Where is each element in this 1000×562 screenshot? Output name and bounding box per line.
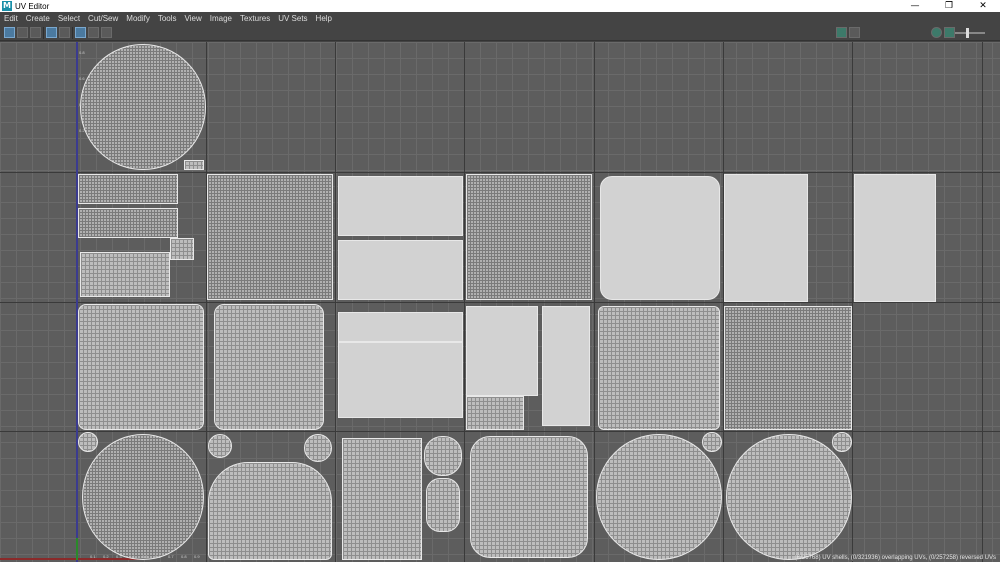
menu-cut-sew[interactable]: Cut/Sew xyxy=(88,14,118,23)
uv-status-text: (6/25768) UV shells, (0/321936) overlapp… xyxy=(794,555,996,561)
uv-shell[interactable] xyxy=(724,174,808,302)
uv-shell[interactable] xyxy=(726,434,852,560)
menu-edit[interactable]: Edit xyxy=(4,14,18,23)
v-axis xyxy=(76,42,78,562)
menu-select[interactable]: Select xyxy=(58,14,80,23)
menu-tools[interactable]: Tools xyxy=(158,14,177,23)
u-tick-label: 0.9 xyxy=(194,554,200,559)
uv-tile-icon[interactable] xyxy=(4,27,15,38)
snapshot-icon[interactable] xyxy=(17,27,28,38)
exposure-slider-handle[interactable] xyxy=(966,28,969,38)
uv-shell[interactable] xyxy=(78,174,178,204)
maximize-button[interactable]: ❐ xyxy=(932,0,966,12)
uv-shell[interactable] xyxy=(214,304,324,430)
maya-app-icon: M xyxy=(2,1,12,11)
uv-shell[interactable] xyxy=(466,174,592,300)
origin-marker xyxy=(76,538,78,560)
v-tick-label: 0.8 xyxy=(79,50,85,55)
uv-shell[interactable] xyxy=(424,436,462,476)
dropdown-icon[interactable] xyxy=(859,27,865,38)
uv-shell[interactable] xyxy=(338,176,463,236)
uv-shell[interactable] xyxy=(304,434,332,462)
uv-shell[interactable] xyxy=(208,462,332,560)
uv-shell[interactable] xyxy=(82,434,204,560)
camera-icon[interactable] xyxy=(101,27,112,38)
uv-shell[interactable] xyxy=(80,44,206,170)
menu-uv-sets[interactable]: UV Sets xyxy=(278,14,307,23)
u-tick-label: 0.4 xyxy=(129,554,135,559)
menu-modify[interactable]: Modify xyxy=(126,14,150,23)
uv-shell[interactable] xyxy=(426,478,460,532)
tile-boundary xyxy=(0,302,1000,303)
toolbar xyxy=(0,25,1000,41)
isolate-icon[interactable] xyxy=(75,27,86,38)
uv-shell[interactable] xyxy=(78,432,98,452)
uv-shell[interactable] xyxy=(338,342,463,418)
exposure-slider-track[interactable] xyxy=(955,32,985,34)
uv-shell[interactable] xyxy=(598,306,720,430)
uv-shell[interactable] xyxy=(724,306,852,430)
checker-icon[interactable] xyxy=(46,27,57,38)
uv-shell[interactable] xyxy=(600,176,720,300)
uv-shell[interactable] xyxy=(832,432,852,452)
uv-shell[interactable] xyxy=(470,436,588,558)
v-tick-label: 0.2 xyxy=(79,128,85,133)
toolbar-separator xyxy=(43,27,44,39)
menu-bar: Edit Create Select Cut/Sew Modify Tools … xyxy=(0,12,1000,25)
uv-shell[interactable] xyxy=(208,434,232,458)
uv-shell[interactable] xyxy=(702,432,722,452)
window-controls: — ❐ ✕ xyxy=(898,0,1000,12)
tile-boundary xyxy=(0,431,1000,432)
uv-shell[interactable] xyxy=(342,438,422,560)
uv-shell[interactable] xyxy=(542,306,590,426)
u-tick-label: 0.7 xyxy=(168,554,174,559)
uv-shell[interactable] xyxy=(78,208,178,238)
shading-icon[interactable] xyxy=(931,27,942,38)
v-tick-label: 0.6 xyxy=(79,76,85,81)
uv-shell[interactable] xyxy=(854,174,936,302)
uv-shell[interactable] xyxy=(338,312,463,342)
uv-shell[interactable] xyxy=(596,434,722,560)
minimize-button[interactable]: — xyxy=(898,0,932,12)
toolbar-separator xyxy=(72,27,73,39)
u-tick-label: 0.8 xyxy=(181,554,187,559)
texture-icon[interactable] xyxy=(30,27,41,38)
image-icon[interactable] xyxy=(836,27,847,38)
tile-boundary xyxy=(0,172,1000,173)
menu-help[interactable]: Help xyxy=(316,14,332,23)
grid-icon[interactable] xyxy=(59,27,70,38)
close-button[interactable]: ✕ xyxy=(966,0,1000,12)
menu-image[interactable]: Image xyxy=(210,14,232,23)
shaded-icon[interactable] xyxy=(88,27,99,38)
display-icon[interactable] xyxy=(944,27,955,38)
uv-shell[interactable] xyxy=(338,240,463,300)
u-tick-label: 0.6 xyxy=(155,554,161,559)
u-tick-label: 0.1 xyxy=(90,554,96,559)
menu-textures[interactable]: Textures xyxy=(240,14,270,23)
title-bar: M UV Editor — ❐ ✕ xyxy=(0,0,1000,12)
uv-shell[interactable] xyxy=(78,304,204,430)
uv-shell[interactable] xyxy=(80,252,170,297)
uv-shell[interactable] xyxy=(170,238,194,260)
menu-view[interactable]: View xyxy=(185,14,202,23)
u-tick-label: 0.2 xyxy=(103,554,109,559)
window-title: UV Editor xyxy=(15,1,50,11)
menu-create[interactable]: Create xyxy=(26,14,50,23)
u-tick-label: 0.5 xyxy=(142,554,148,559)
uv-shell[interactable] xyxy=(207,174,333,300)
uv-viewport[interactable]: 0.8 0.6 0.4 0.2 0.1 0.2 0.3 0.4 0.5 0.6 … xyxy=(0,42,1000,562)
u-tick-label: 0.3 xyxy=(116,554,122,559)
uv-shell[interactable] xyxy=(184,160,204,170)
uv-shell[interactable] xyxy=(466,306,538,396)
v-tick-label: 0.4 xyxy=(79,102,85,107)
uv-shell[interactable] xyxy=(466,396,524,430)
